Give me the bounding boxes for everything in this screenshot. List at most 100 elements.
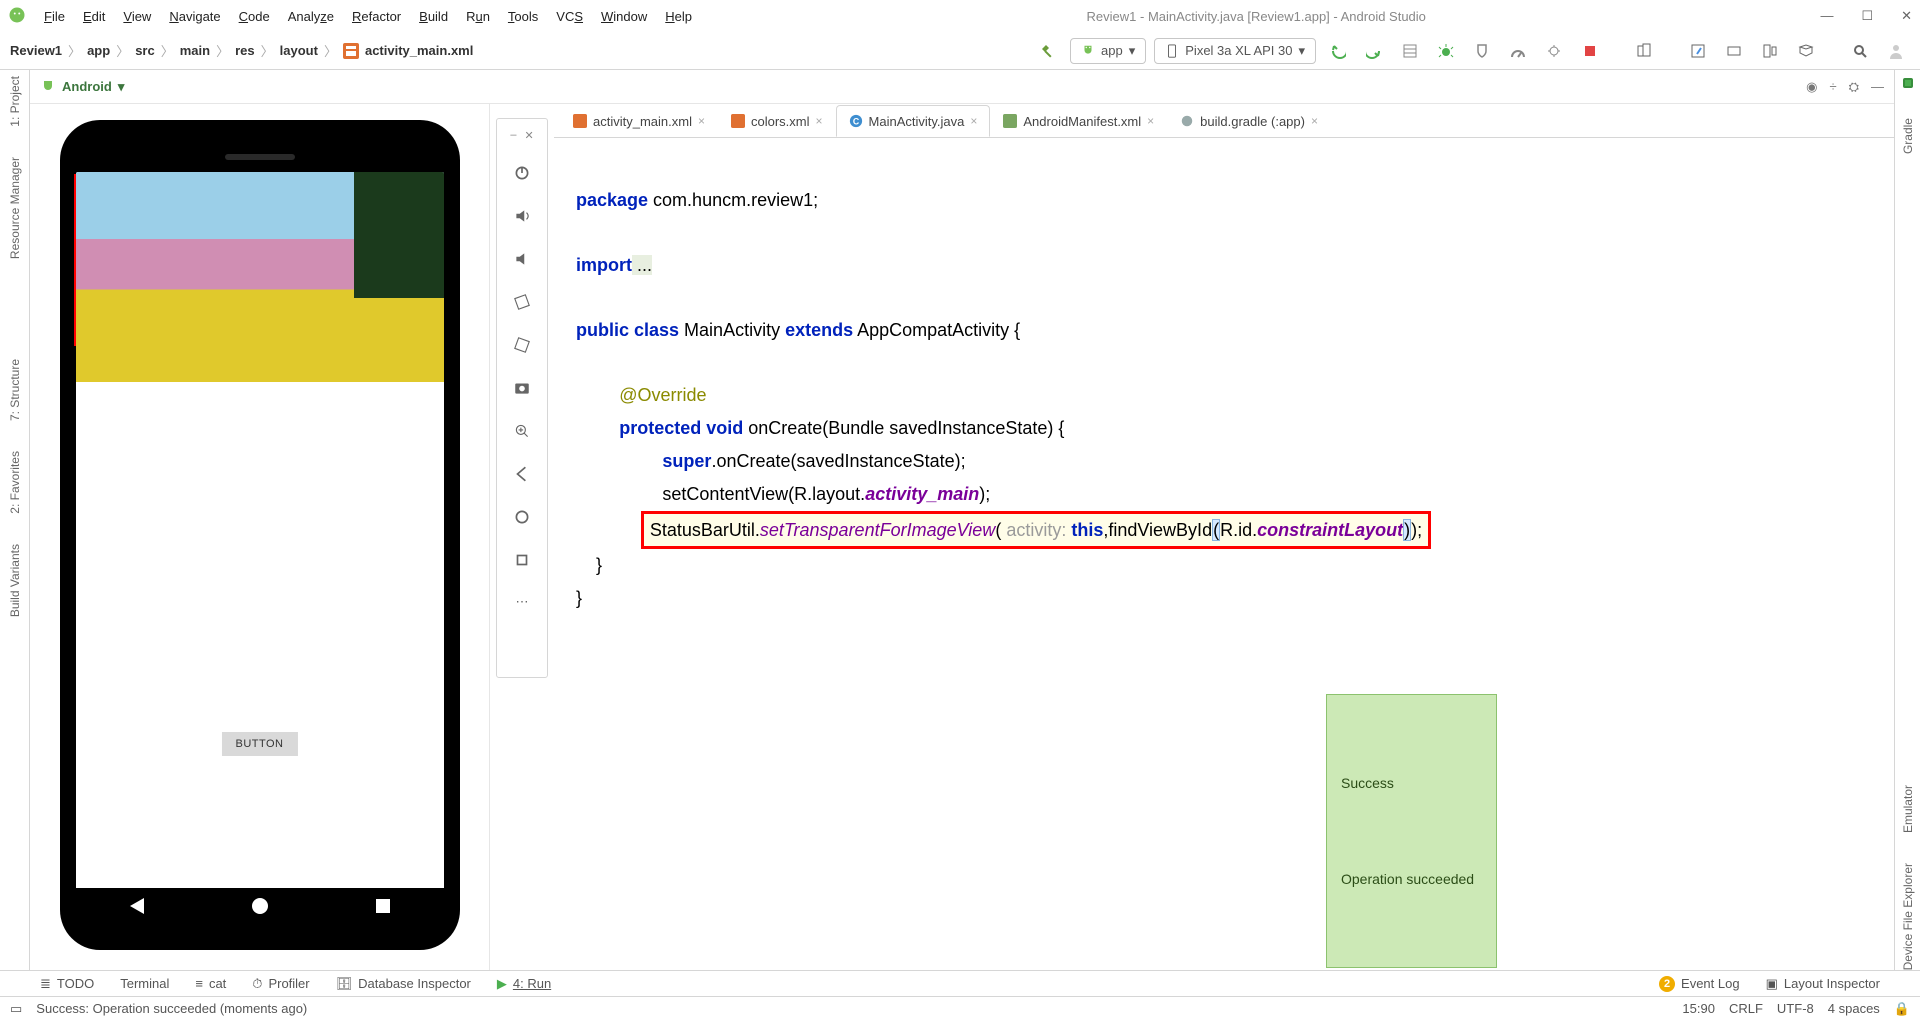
search-icon[interactable] [1846,38,1874,64]
menu-analyze[interactable]: Analyze [288,9,334,24]
emu-overview-icon[interactable] [513,551,531,572]
menu-run[interactable]: Run [466,9,490,24]
close-icon[interactable]: × [970,114,977,128]
breadcrumb-item[interactable]: main [180,43,210,58]
menu-tools[interactable]: Tools [508,9,538,24]
status-lock-icon[interactable]: 🔒 [1894,1001,1910,1017]
tab-colors[interactable]: colors.xml× [718,105,836,137]
emu-home-icon[interactable] [513,508,531,529]
tool-run[interactable]: ▶ 4: Run [497,976,551,992]
code-editor[interactable]: package com.huncm.review1; import ... pu… [554,138,1894,970]
breadcrumb-item[interactable]: src [135,43,155,58]
emu-zoom-icon[interactable] [513,422,531,443]
emu-volume-up-icon[interactable] [513,207,531,228]
inspection-ok-icon[interactable] [1903,78,1913,88]
close-icon[interactable]: × [1147,114,1154,128]
tool-device-file-explorer[interactable]: Device File Explorer [1901,863,1915,970]
menu-refactor[interactable]: Refactor [352,9,401,24]
sdk-manager-icon[interactable] [1684,38,1712,64]
device-selector[interactable]: Pixel 3a XL API 30 ▾ [1154,38,1316,64]
status-caret-pos[interactable]: 15:90 [1682,1001,1715,1016]
emu-power-icon[interactable] [513,164,531,185]
attach-debugger-icon[interactable] [1540,38,1568,64]
gradle-icon[interactable] [1792,38,1820,64]
tool-structure[interactable]: 7: Structure [8,359,22,421]
window-minimize-icon[interactable]: — [1820,8,1833,24]
menu-window[interactable]: Window [601,9,647,24]
tool-layout-inspector[interactable]: ▣ Layout Inspector [1766,976,1880,992]
sync-gradle-icon[interactable] [1720,38,1748,64]
run-button-icon[interactable] [1324,38,1352,64]
svg-text:C: C [852,117,859,127]
apply-changes-icon[interactable] [1360,38,1388,64]
window-close-icon[interactable]: ✕ [1901,8,1912,24]
toast-title: Success [1341,767,1474,799]
tool-terminal[interactable]: Terminal [120,976,169,991]
breadcrumb-item[interactable]: Review1 [10,43,62,58]
emu-rotate-left-icon[interactable] [513,293,531,314]
breadcrumb-item[interactable]: res [235,43,255,58]
user-icon[interactable] [1882,38,1910,64]
menu-edit[interactable]: Edit [83,9,105,24]
tool-gradle[interactable]: Gradle [1901,118,1915,154]
emu-volume-down-icon[interactable] [513,250,531,271]
menu-help[interactable]: Help [665,9,692,24]
window-title: Review1 - MainActivity.java [Review1.app… [710,9,1802,24]
emulator-control-strip: –✕ ⋯ [496,118,548,678]
emu-more-icon[interactable]: ⋯ [516,594,529,610]
menu-build[interactable]: Build [419,9,448,24]
stop-icon[interactable] [1576,38,1604,64]
close-icon[interactable]: × [1311,114,1318,128]
tool-logcat[interactable]: ≡ cat [195,976,226,991]
tool-project[interactable]: 1: Project [8,76,22,127]
breadcrumb-item[interactable]: layout [280,43,318,58]
avd-manager-icon[interactable] [1630,38,1658,64]
status-encoding[interactable]: UTF-8 [1777,1001,1814,1016]
breadcrumb: Review1〉 app〉 src〉 main〉 res〉 layout〉 ac… [10,41,473,60]
tool-db[interactable]: 🗄 Database Inspector [336,976,471,992]
close-icon[interactable]: × [816,114,823,128]
close-icon[interactable]: × [698,114,705,128]
tool-build-variants[interactable]: Build Variants [8,544,22,617]
menu-code[interactable]: Code [239,9,270,24]
tool-todo[interactable]: ≣ TODO [40,976,94,992]
menu-navigate[interactable]: Navigate [169,9,220,24]
menu-file[interactable]: File [44,9,65,24]
menu-vcs[interactable]: VCS [556,9,583,24]
tab-activity-main[interactable]: activity_main.xml× [560,105,718,137]
window-maximize-icon[interactable]: ☐ [1861,8,1873,24]
tab-mainactivity[interactable]: CMainActivity.java× [836,105,991,137]
build-hammer-icon[interactable] [1034,38,1062,64]
emu-back-icon[interactable] [513,465,531,486]
phone-navbar [76,888,444,924]
device-manager-icon[interactable] [1756,38,1784,64]
coverage-icon[interactable] [1468,38,1496,64]
status-window-icon[interactable]: ▭ [10,1001,22,1017]
emu-rotate-right-icon[interactable] [513,336,531,357]
divide-icon[interactable]: ÷ [1829,79,1836,95]
status-indent[interactable]: 4 spaces [1828,1001,1880,1016]
status-eol[interactable]: CRLF [1729,1001,1763,1016]
run-activity-icon[interactable] [1396,38,1424,64]
tool-resource-manager[interactable]: Resource Manager [8,157,22,259]
menu-view[interactable]: View [123,9,151,24]
collapse-icon[interactable]: — [1871,79,1884,95]
emu-camera-icon[interactable] [513,379,531,400]
run-config-label: app [1101,43,1123,58]
profiler-icon[interactable] [1504,38,1532,64]
run-config-selector[interactable]: app ▾ [1070,38,1146,64]
filter-icon[interactable]: ⛭ [1849,79,1859,95]
breadcrumb-item[interactable]: activity_main.xml [365,43,473,58]
tool-favorites[interactable]: 2: Favorites [8,451,22,514]
debug-icon[interactable] [1432,38,1460,64]
tab-manifest[interactable]: AndroidManifest.xml× [990,105,1167,137]
tool-profiler[interactable]: ⏱ Profiler [252,976,309,992]
emu-close-icon[interactable]: ✕ [524,129,533,142]
tool-event-log[interactable]: 2 Event Log [1659,976,1740,992]
tool-emulator[interactable]: Emulator [1901,785,1915,833]
target-icon[interactable]: ◉ [1806,79,1817,95]
breadcrumb-item[interactable]: app [87,43,110,58]
project-view-selector[interactable]: Android ▾ [40,79,124,95]
tab-build-gradle[interactable]: build.gradle (:app)× [1167,105,1331,137]
emu-minimize-icon[interactable]: – [510,129,516,142]
